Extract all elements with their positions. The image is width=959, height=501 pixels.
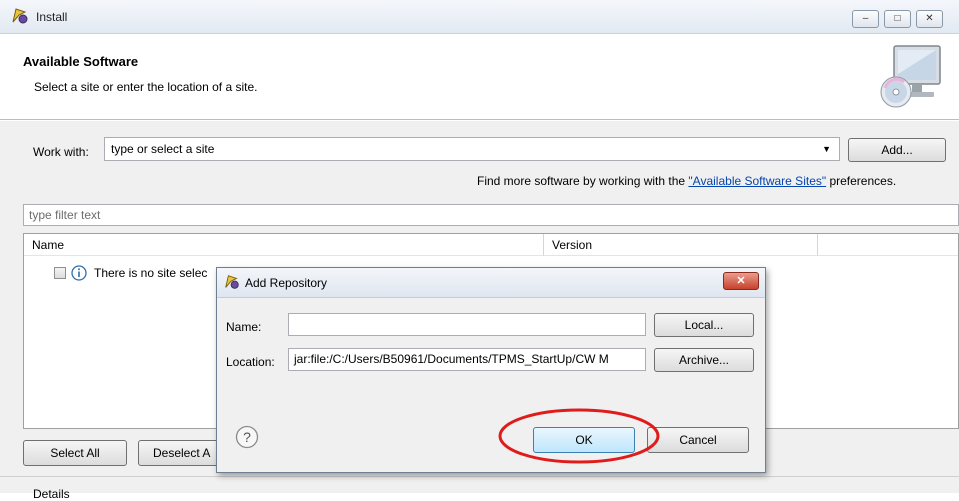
eclipse-plugin-icon xyxy=(12,8,28,24)
add-site-button[interactable]: Add... xyxy=(848,138,946,162)
name-input[interactable] xyxy=(288,313,646,336)
info-icon xyxy=(71,265,87,281)
column-header-version[interactable]: Version xyxy=(544,234,818,256)
details-label: Details xyxy=(33,487,70,501)
column-header-extra xyxy=(818,234,958,256)
dialog-close-button[interactable]: ✕ xyxy=(723,272,759,290)
eclipse-plugin-icon xyxy=(225,275,239,289)
location-label: Location: xyxy=(226,355,275,369)
available-software-sites-link[interactable]: "Available Software Sites" xyxy=(688,174,826,188)
find-more-suffix: preferences. xyxy=(826,174,897,188)
minimize-button[interactable]: – xyxy=(852,10,879,28)
dialog-title: Add Repository xyxy=(245,276,328,290)
maximize-button[interactable]: □ xyxy=(884,10,911,28)
cd-monitor-icon xyxy=(880,45,941,108)
name-label: Name: xyxy=(226,320,262,334)
window-title: Install xyxy=(36,10,68,24)
highlight-ellipse xyxy=(498,408,660,464)
header-banner xyxy=(0,35,959,120)
find-more-text: Find more software by working with the "… xyxy=(477,174,896,188)
dropdown-arrow-icon[interactable]: ▼ xyxy=(822,144,831,154)
row-checkbox[interactable] xyxy=(54,267,66,279)
work-with-value: type or select a site xyxy=(111,142,215,156)
add-repository-dialog: Add Repository ✕ Name: Local... Location… xyxy=(216,267,766,473)
help-icon[interactable]: ? xyxy=(235,425,259,449)
filter-input[interactable]: type filter text xyxy=(23,204,959,226)
work-with-label: Work with: xyxy=(33,145,89,159)
local-button[interactable]: Local... xyxy=(654,313,754,337)
find-more-prefix: Find more software by working with the xyxy=(477,174,689,188)
work-with-combo[interactable]: type or select a site ▼ xyxy=(104,137,840,161)
no-site-message: There is no site selec xyxy=(94,266,208,280)
select-all-button[interactable]: Select All xyxy=(23,440,127,466)
page-subtitle: Select a site or enter the location of a… xyxy=(34,80,258,94)
page-title: Available Software xyxy=(23,54,139,69)
column-header-name[interactable]: Name xyxy=(24,234,544,256)
divider xyxy=(0,476,959,477)
window-title-bar xyxy=(0,0,959,34)
close-button[interactable]: ✕ xyxy=(916,10,943,28)
location-input[interactable]: jar:file:/C:/Users/B50961/Documents/TPMS… xyxy=(288,348,646,371)
help-glyph: ? xyxy=(243,429,251,445)
deselect-all-button[interactable]: Deselect A xyxy=(138,440,228,466)
archive-button[interactable]: Archive... xyxy=(654,348,754,372)
cancel-button[interactable]: Cancel xyxy=(647,427,749,453)
